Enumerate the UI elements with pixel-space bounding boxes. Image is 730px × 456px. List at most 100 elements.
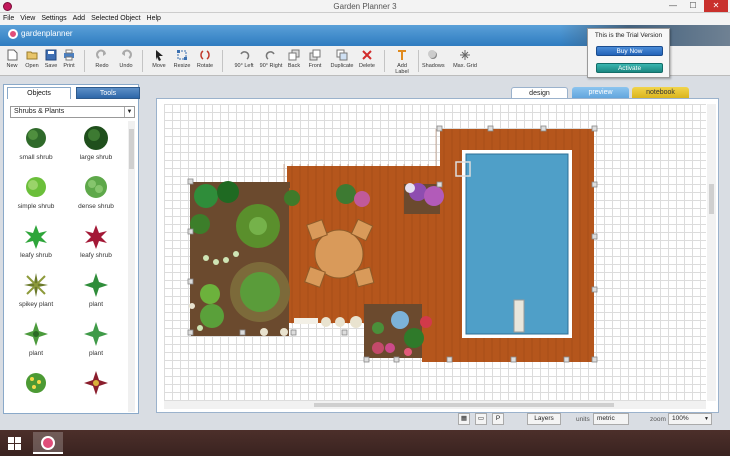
menu-file[interactable]: File [0,13,17,22]
simple-shrub-icon [23,174,49,200]
rotate-button[interactable]: Rotate [195,49,215,69]
save-button[interactable]: Save [43,49,59,69]
windows-start-icon[interactable] [8,437,22,451]
close-button[interactable]: ✕ [704,0,728,12]
object-plant-1[interactable]: plant [68,268,124,316]
plan-icon: P [495,415,501,422]
maximize-button[interactable]: ☐ [684,0,702,12]
object-dense-shrub[interactable]: dense shrub [68,170,124,218]
add-label-button[interactable]: Add Label [390,49,414,75]
max-grid-label: Max. Grid [453,63,477,69]
move-label: Move [152,63,166,69]
menu-add[interactable]: Add [70,13,88,22]
tab-tools[interactable]: Tools [76,87,140,99]
max-grid-button[interactable]: Max. Grid [452,49,478,69]
grid-icon: ▦ [460,415,468,422]
cursor-icon [153,49,165,61]
plant-icon [23,321,49,347]
app-logo: gardenplanner [8,29,78,42]
menu-help[interactable]: Help [144,13,164,22]
taskbar-garden-planner[interactable] [33,432,63,454]
minimize-button[interactable]: — [664,0,682,12]
rotate-right-label: 90° Right [259,63,283,69]
chevron-down-icon: ▼ [124,107,134,117]
object-label: dense shrub [78,203,114,210]
front-label: Front [308,63,322,69]
shadows-button[interactable]: Shadows [422,49,445,69]
activate-button[interactable]: Activate [596,63,663,73]
undo-button[interactable]: Undo [117,49,135,69]
ruler-view-button[interactable]: ▭ [475,413,487,425]
resize-button[interactable]: Resize [172,49,192,69]
trial-text: This is the Trial Version [594,32,663,39]
menu-view[interactable]: View [17,13,38,22]
move-button[interactable]: Move [150,49,168,69]
undo-icon [120,49,132,61]
front-button[interactable]: Front [306,49,324,69]
window-title: Garden Planner 3 [333,2,397,11]
redo-icon [96,49,108,61]
trial-popup: This is the Trial Version Buy Now Activa… [587,28,670,78]
scroll-thumb[interactable] [129,129,134,169]
rotate-icon [199,49,211,61]
canvas-horizontal-scrollbar[interactable] [164,401,706,409]
rotate-left-label: 90° Left [234,63,254,69]
units-select[interactable]: metric [593,413,629,425]
back-button[interactable]: Back [286,49,302,69]
object-red-leaf-plant[interactable] [68,366,124,412]
redo-button[interactable]: Redo [93,49,111,69]
scroll-thumb[interactable] [314,403,614,407]
red-leaf-plant-icon [83,370,109,396]
object-plant-3[interactable]: plant [68,317,124,365]
menu-settings[interactable]: Settings [38,13,69,22]
save-label: Save [44,63,58,69]
canvas-vertical-scrollbar[interactable] [707,104,716,401]
object-label: large shrub [79,154,113,161]
object-list-scrollbar[interactable] [128,121,135,412]
object-flower-plant[interactable] [8,366,64,412]
buy-now-button[interactable]: Buy Now [596,46,663,56]
pool-diving-board[interactable] [513,299,525,333]
rotate-right-button[interactable]: 90° Right [257,49,285,69]
duplicate-label: Duplicate [330,63,354,69]
dense-shrub-icon [83,174,109,200]
rotate-left-button[interactable]: 90° Left [231,49,257,69]
text-icon [396,49,408,61]
toolbar-separator [418,50,419,72]
object-large-shrub[interactable]: large shrub [68,121,124,169]
print-icon [63,49,75,61]
title-bar: Garden Planner 3 — ☐ ✕ [0,0,730,13]
tab-objects[interactable]: Objects [7,87,71,99]
category-select[interactable]: Shrubs & Plants ▼ [10,106,135,118]
object-leafy-shrub-red[interactable]: leafy shrub [68,219,124,267]
scroll-thumb[interactable] [709,184,714,214]
object-small-shrub[interactable]: small shrub [8,121,64,169]
plant-icon [83,272,109,298]
duplicate-icon [336,49,348,61]
duplicate-button[interactable]: Duplicate [329,49,355,69]
delete-button[interactable]: Delete [357,49,377,69]
new-button[interactable]: New [5,49,19,69]
rotate-left-icon [238,49,250,61]
toolbar-separator [84,50,85,72]
object-simple-shrub[interactable]: simple shrub [8,170,64,218]
toolbar-separator [384,50,385,72]
open-button[interactable]: Open [23,49,41,69]
redo-label: Redo [95,63,109,69]
object-plant-2[interactable]: plant [8,317,64,365]
plan-view-button[interactable]: P [492,413,504,425]
units-value: metric [597,415,615,422]
object-leafy-shrub-green[interactable]: leafy shrub [8,219,64,267]
large-shrub-icon [83,125,109,151]
grid-view-button[interactable]: ▦ [458,413,470,425]
flower-plant-icon [23,370,49,396]
object-spikey-plant[interactable]: spikey plant [8,268,64,316]
chevron-down-icon: ▼ [704,416,709,422]
object-label: leafy shrub [20,252,52,259]
design-canvas[interactable] [164,104,706,401]
zoom-select[interactable]: 100% ▼ [668,413,712,425]
patio-chair[interactable] [353,266,375,288]
menu-selected-object[interactable]: Selected Object [88,13,143,22]
layers-button[interactable]: Layers [527,413,561,425]
print-button[interactable]: Print [61,49,77,69]
